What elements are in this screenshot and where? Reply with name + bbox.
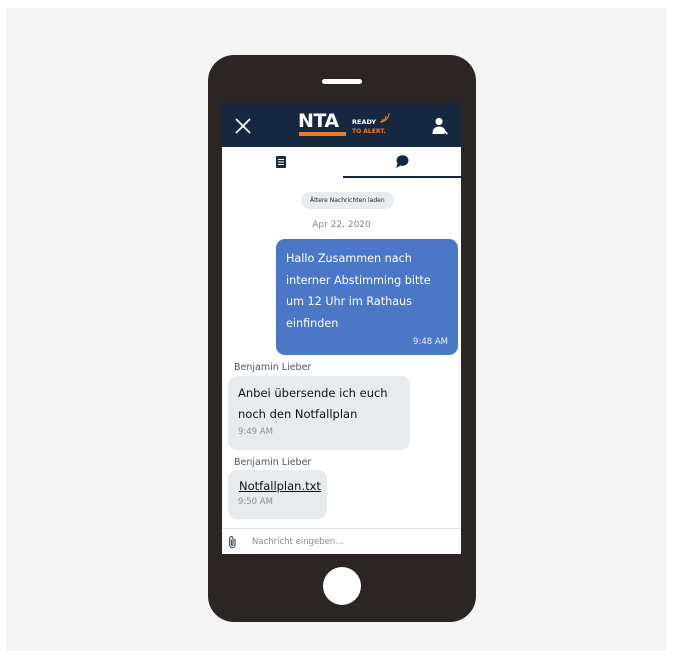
signal-waves-icon xyxy=(379,112,390,123)
message-input[interactable] xyxy=(252,533,452,551)
phone-screen: NTA READY TO ALERT. Ältere Nachrichten l… xyxy=(222,103,461,554)
phone-speaker xyxy=(322,79,362,84)
date-separator: Apr 22, 2020 xyxy=(312,220,371,230)
nta-logo: NTA READY TO ALERT. xyxy=(298,110,398,140)
message-text: Hallo Zusammen nach interner Abstimming … xyxy=(286,252,431,330)
document-icon xyxy=(276,156,286,168)
logo-accent-bar xyxy=(299,132,346,136)
tab-bar xyxy=(222,147,461,178)
attach-icon[interactable] xyxy=(227,535,239,549)
logo-text-nta: NTA xyxy=(298,110,339,132)
sender-name: Benjamin Lieber xyxy=(234,457,312,468)
user-icon[interactable] xyxy=(429,115,451,137)
sender-name: Benjamin Lieber xyxy=(234,362,312,373)
outgoing-message: Hallo Zusammen nach interner Abstimming … xyxy=(276,239,458,355)
message-text: Anbei übersende ich euch noch den Notfal… xyxy=(238,386,388,421)
attachment-link[interactable]: Notfallplan.txt xyxy=(238,477,321,495)
close-icon[interactable] xyxy=(234,117,252,135)
tab-documents[interactable] xyxy=(222,147,340,178)
attachment-filename: Notfallplan.txt xyxy=(239,479,321,493)
message-composer xyxy=(222,528,461,554)
incoming-attachment-message: Notfallplan.txt 9:50 AM xyxy=(228,470,327,519)
message-time: 9:49 AM xyxy=(238,427,273,437)
incoming-message: Anbei übersende ich euch noch den Notfal… xyxy=(228,376,410,450)
active-tab-indicator xyxy=(343,176,461,178)
app-header: NTA READY TO ALERT. xyxy=(222,103,461,147)
logo-text-ready: READY xyxy=(352,118,377,126)
logo-text-to-alert: TO ALERT. xyxy=(352,128,386,135)
tab-chat[interactable] xyxy=(343,147,461,178)
phone-frame: NTA READY TO ALERT. Ältere Nachrichten l… xyxy=(208,55,476,622)
phone-home-button[interactable] xyxy=(323,567,361,605)
chat-bubble-icon xyxy=(396,155,409,168)
load-older-messages-button[interactable]: Ältere Nachrichten laden xyxy=(301,192,394,209)
message-time: 9:50 AM xyxy=(238,497,273,507)
message-time: 9:48 AM xyxy=(413,337,448,347)
